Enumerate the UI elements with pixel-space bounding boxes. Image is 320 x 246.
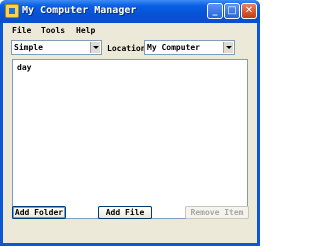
view-mode-select[interactable]: Simple — [11, 40, 102, 55]
minimize-button[interactable]: _ — [207, 3, 223, 19]
dropdown-arrow-icon[interactable] — [90, 42, 100, 53]
window-title: My Computer Manager — [22, 5, 137, 16]
title-bar[interactable]: My Computer Manager _ □ ✕ — [0, 0, 260, 23]
location-label: Location — [107, 44, 146, 53]
app-window: My Computer Manager _ □ ✕ File Tools Hel… — [0, 0, 260, 246]
maximize-button[interactable]: □ — [224, 3, 240, 19]
list-item[interactable]: day — [17, 63, 31, 72]
menu-tools[interactable]: Tools — [41, 26, 65, 35]
items-list[interactable]: day — [12, 59, 248, 219]
menu-bar: File Tools Help — [3, 23, 257, 38]
menu-file[interactable]: File — [12, 26, 31, 35]
client-area: File Tools Help Simple Location My Compu… — [3, 23, 257, 243]
location-select[interactable]: My Computer — [144, 40, 235, 55]
add-folder-button[interactable]: Add Folder — [12, 206, 66, 219]
view-mode-value: Simple — [14, 43, 43, 52]
add-file-button[interactable]: Add File — [98, 206, 152, 219]
close-button[interactable]: ✕ — [241, 3, 257, 19]
menu-help[interactable]: Help — [76, 26, 95, 35]
dropdown-arrow-icon[interactable] — [223, 42, 233, 53]
location-value: My Computer — [147, 43, 200, 52]
remove-item-button[interactable]: Remove Item — [185, 206, 249, 219]
app-icon — [5, 4, 19, 18]
